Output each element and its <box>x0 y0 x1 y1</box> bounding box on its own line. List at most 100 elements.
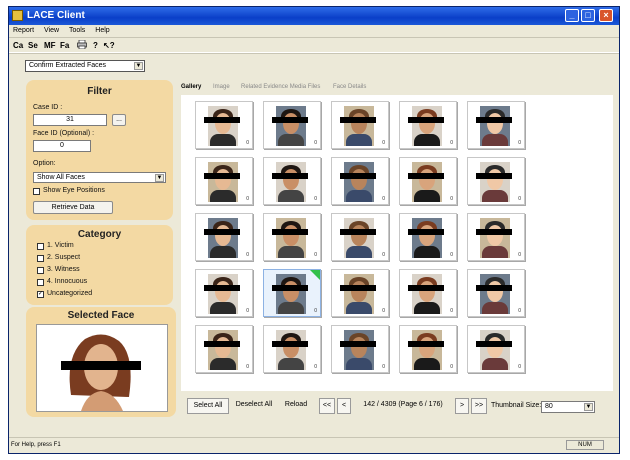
category-suspect-checkbox[interactable] <box>37 255 44 262</box>
toolbar-search-button[interactable]: Se <box>28 40 38 51</box>
face-thumbnail[interactable]: 0 <box>399 213 457 261</box>
face-thumbnail[interactable]: 0 <box>467 101 525 149</box>
category-innocuous-checkbox[interactable] <box>37 279 44 286</box>
thumbnail-size-label: Thumbnail Size: <box>491 402 542 409</box>
face-thumbnail[interactable]: 0 <box>263 325 321 373</box>
category-witness-checkbox[interactable] <box>37 267 44 274</box>
menu-help[interactable]: Help <box>95 25 109 37</box>
category-witness-label: 3. Witness <box>47 266 80 273</box>
face-thumbnail[interactable]: 0 <box>195 213 253 261</box>
face-thumbnail[interactable]: 0 <box>399 325 457 373</box>
thumbnail-label: 0 <box>314 308 317 314</box>
redaction-bar <box>272 173 308 179</box>
face-thumbnail[interactable]: 0 <box>263 101 321 149</box>
face-thumbnail[interactable]: 0 <box>467 269 525 317</box>
thumbnail-label: 0 <box>382 308 385 314</box>
toolbar-mf-button[interactable]: MF <box>44 40 56 51</box>
face-thumbnail[interactable]: 0 <box>195 101 253 149</box>
face-thumbnail[interactable]: 0 <box>331 213 389 261</box>
whats-this-icon[interactable]: ↖? <box>103 40 115 51</box>
close-button[interactable]: × <box>599 9 613 22</box>
face-thumbnail[interactable]: 0 <box>467 325 525 373</box>
face-thumbnail[interactable]: 0 <box>331 269 389 317</box>
tab-gallery[interactable]: Gallery <box>181 84 201 90</box>
face-thumbnail-image <box>480 218 510 258</box>
maximize-button[interactable]: □ <box>581 9 595 22</box>
category-innocuous-label: 4. Innocuous <box>47 278 88 285</box>
face-thumbnail-image <box>276 274 306 314</box>
tab-face-details[interactable]: Face Details <box>333 84 366 90</box>
face-thumbnail[interactable]: 0 <box>263 157 321 205</box>
redaction-bar <box>476 117 512 123</box>
tab-related-evidence[interactable]: Related Evidence Media Files <box>241 84 320 90</box>
face-thumbnail[interactable]: 0 <box>399 101 457 149</box>
case-browse-button[interactable]: ... <box>112 114 126 126</box>
redaction-bar <box>476 285 512 291</box>
window-title: LACE Client <box>27 10 85 21</box>
thumbnail-label: 0 <box>518 140 521 146</box>
face-thumbnail[interactable]: 0 <box>263 213 321 261</box>
menu-view[interactable]: View <box>44 25 59 37</box>
case-id-input[interactable]: 31 <box>33 114 107 126</box>
redaction-bar <box>204 341 240 347</box>
reload-button[interactable]: Reload <box>279 398 313 414</box>
thumbnail-size-dropdown[interactable]: 80 ▼ <box>541 401 595 413</box>
thumbnail-label: 0 <box>518 252 521 258</box>
show-eye-checkbox[interactable] <box>33 188 40 195</box>
mode-dropdown[interactable]: Confirm Extracted Faces ▼ <box>25 60 145 72</box>
face-thumbnail[interactable]: 0 <box>263 269 321 317</box>
toolbar-case-button[interactable]: Ca <box>13 40 23 51</box>
menu-tools[interactable]: Tools <box>69 25 85 37</box>
thumbnail-label: 0 <box>450 140 453 146</box>
menu-report[interactable]: Report <box>13 25 34 37</box>
face-thumbnail[interactable]: 0 <box>331 157 389 205</box>
redaction-bar <box>340 341 376 347</box>
chevron-down-icon[interactable]: ▼ <box>155 174 164 182</box>
category-uncategorized-checkbox[interactable]: ✓ <box>37 291 44 298</box>
redaction-bar <box>408 285 444 291</box>
redaction-bar <box>272 285 308 291</box>
help-icon[interactable]: ? <box>93 40 98 51</box>
face-thumbnail[interactable]: 0 <box>467 157 525 205</box>
option-dropdown[interactable]: Show All Faces ▼ <box>33 172 166 183</box>
category-victim-checkbox[interactable] <box>37 243 44 250</box>
lace-client-window: LACE Client _ □ × Report View Tools Help… <box>8 6 620 454</box>
select-all-button[interactable]: Select All <box>187 398 229 414</box>
redaction-bar <box>340 173 376 179</box>
redaction-bar <box>408 173 444 179</box>
face-thumbnail-image <box>344 162 374 202</box>
chevron-down-icon[interactable]: ▼ <box>584 403 593 411</box>
face-thumbnail-image <box>480 330 510 370</box>
face-id-input[interactable]: 0 <box>33 140 91 152</box>
redaction-bar <box>476 229 512 235</box>
show-eye-label: Show Eye Positions <box>43 187 105 194</box>
filter-panel: Filter Case ID : 31 ... Face ID (Optiona… <box>26 80 173 220</box>
retrieve-data-button[interactable]: Retrieve Data <box>33 201 113 214</box>
face-thumbnail-image <box>412 106 442 146</box>
face-thumbnail[interactable]: 0 <box>467 213 525 261</box>
first-page-button[interactable]: << <box>319 398 335 414</box>
face-thumbnail[interactable]: 0 <box>195 325 253 373</box>
thumbnail-label: 0 <box>450 364 453 370</box>
face-thumbnail[interactable]: 0 <box>331 101 389 149</box>
prev-page-button[interactable]: < <box>337 398 351 414</box>
face-thumbnail-image <box>412 330 442 370</box>
face-thumbnail[interactable]: 0 <box>195 269 253 317</box>
minimize-button[interactable]: _ <box>565 9 579 22</box>
face-thumbnail[interactable]: 0 <box>399 269 457 317</box>
chevron-down-icon[interactable]: ▼ <box>134 62 143 70</box>
redaction-bar <box>476 173 512 179</box>
thumbnail-label: 0 <box>382 364 385 370</box>
thumbnail-label: 0 <box>382 196 385 202</box>
toolbar-faces-button[interactable]: Fa <box>60 40 69 51</box>
face-thumbnail[interactable]: 0 <box>399 157 457 205</box>
next-page-button[interactable]: > <box>455 398 469 414</box>
printer-icon[interactable] <box>77 39 87 52</box>
face-thumbnail[interactable]: 0 <box>195 157 253 205</box>
deselect-all-button[interactable]: Deselect All <box>233 398 275 414</box>
tab-image[interactable]: Image <box>213 84 230 90</box>
face-thumbnail[interactable]: 0 <box>331 325 389 373</box>
title-bar: LACE Client _ □ × <box>9 7 619 25</box>
last-page-button[interactable]: >> <box>471 398 487 414</box>
selected-face-image <box>36 324 168 412</box>
